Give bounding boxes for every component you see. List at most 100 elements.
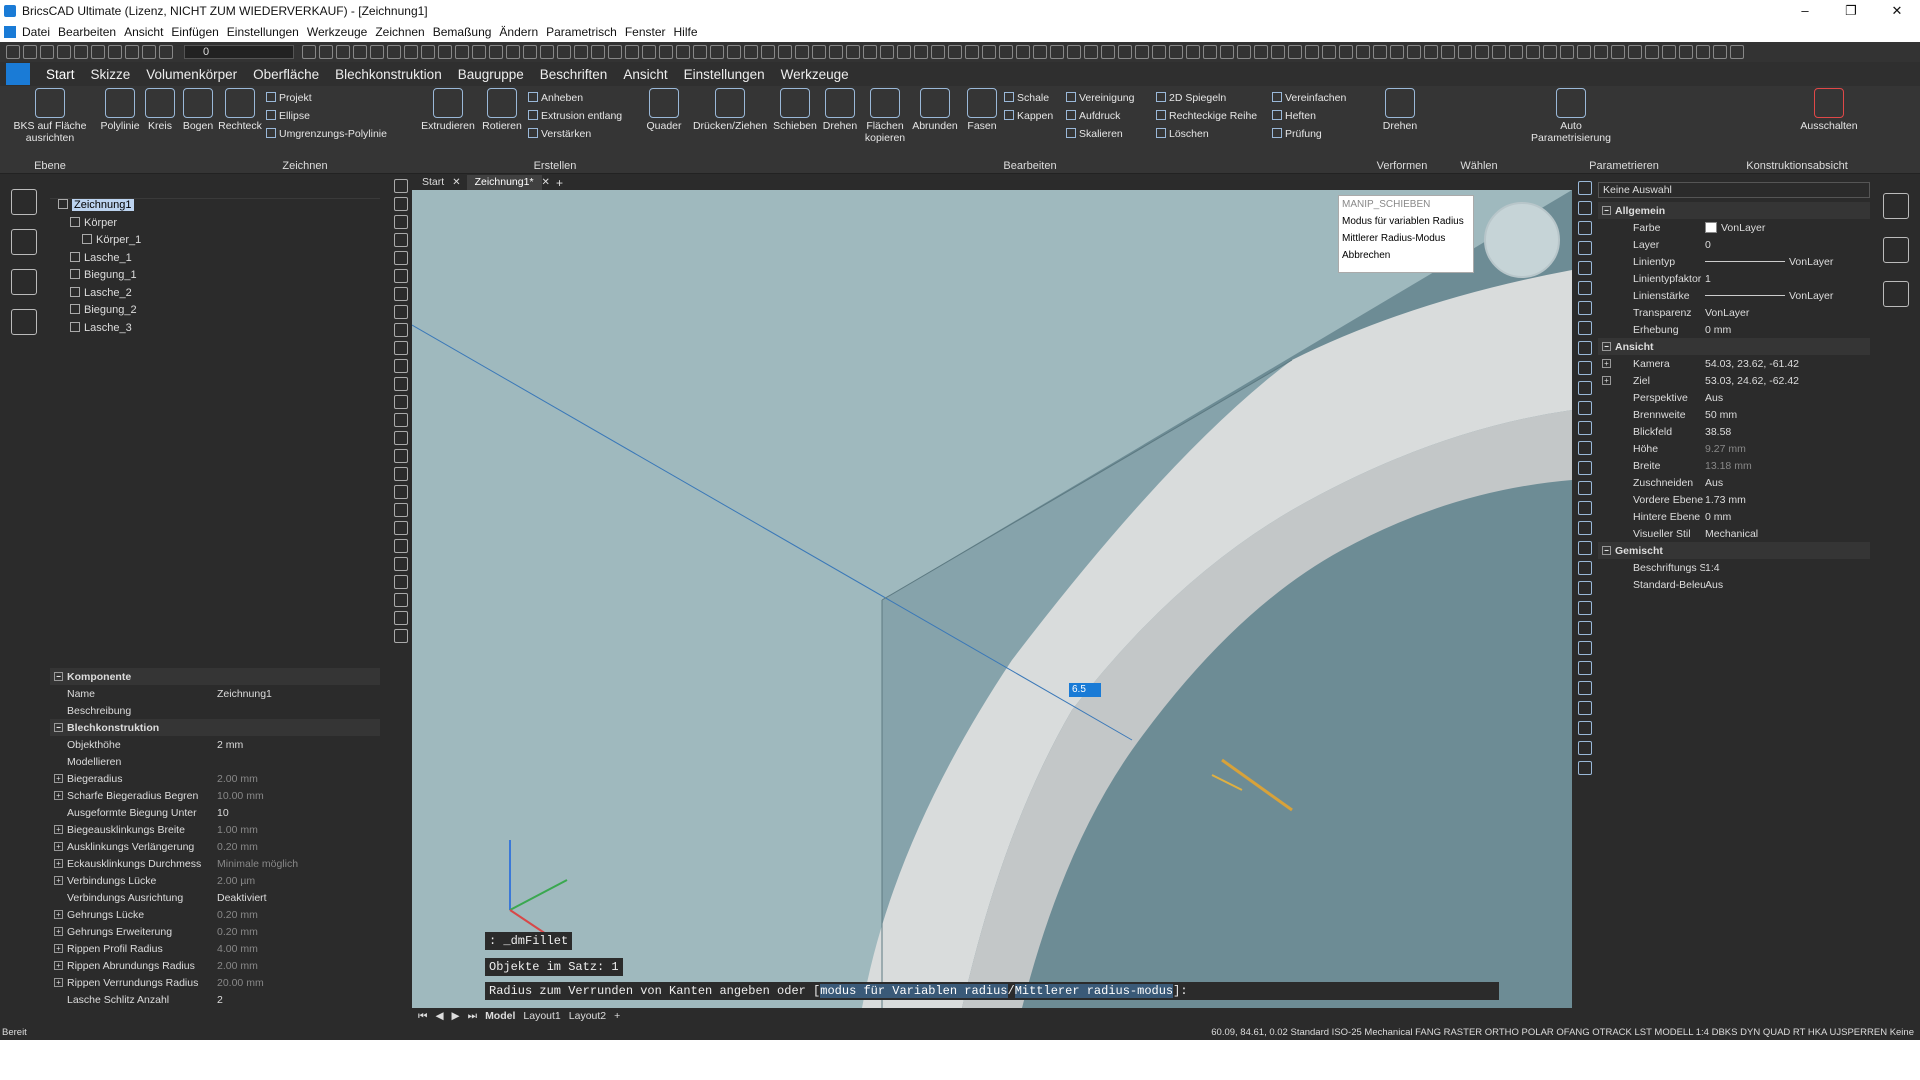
tool-icon[interactable] [897,45,911,59]
tool-icon[interactable] [727,45,741,59]
modify-tool-icon[interactable] [1578,641,1592,655]
property-value[interactable]: Deaktiviert [217,892,267,904]
drehen-verformen-button[interactable]: Drehen [1376,88,1424,132]
tool-icon[interactable] [319,45,333,59]
property-row[interactable]: + Verbindungs Lücke 2.00 µm [50,872,380,889]
modify-tool-icon[interactable] [1578,621,1592,635]
expand-icon[interactable]: + [54,774,63,783]
quader-button[interactable]: Quader [642,88,686,132]
draw-tool-icon[interactable] [394,629,408,643]
property-value[interactable]: 10 [217,807,229,819]
tool-icon[interactable] [948,45,962,59]
modify-tool-icon[interactable] [1578,741,1592,755]
draw-tool-icon[interactable] [394,287,408,301]
tab-model[interactable]: Model [485,1010,515,1022]
kappen-button[interactable]: Kappen [1004,110,1053,122]
expand-icon[interactable]: + [54,978,63,987]
tool-icon[interactable] [659,45,673,59]
modify-tool-icon[interactable] [1578,321,1592,335]
property-value[interactable]: 2.00 mm [217,960,258,972]
property-value[interactable]: 1.73 mm [1705,494,1746,506]
rotieren-button[interactable]: Rotieren [480,88,524,132]
tool-icon[interactable] [404,45,418,59]
draw-tool-icon[interactable] [394,269,408,283]
tool-icon[interactable] [812,45,826,59]
tab-doc-start[interactable]: Start [414,175,452,190]
property-value[interactable]: Aus [1705,477,1723,489]
expand-icon[interactable]: − [54,672,63,681]
tool-icon[interactable] [1101,45,1115,59]
expand-icon[interactable]: + [54,859,63,868]
tool-icon[interactable] [1594,45,1608,59]
property-value[interactable]: 54.03, 23.62, -61.42 [1705,358,1799,370]
tool-icon[interactable] [710,45,724,59]
schale-button[interactable]: Schale [1004,92,1049,104]
property-row[interactable]: + Gehrungs Lücke 0.20 mm [50,906,380,923]
menu-logo-icon[interactable] [4,26,16,38]
expand-icon[interactable]: + [54,842,63,851]
bogen-button[interactable]: Bogen [180,88,216,132]
menu-parametrisch[interactable]: Parametrisch [546,25,617,39]
property-row[interactable]: Linienstärke VonLayer [1598,287,1870,304]
menu-aendern[interactable]: Ändern [499,25,538,39]
draw-tool-icon[interactable] [394,323,408,337]
property-value[interactable]: 0 mm [1705,511,1731,523]
property-row[interactable]: + Biegeradius 2.00 mm [50,770,380,787]
nav-next-icon[interactable]: ▶ [452,1010,460,1022]
fasen-button[interactable]: Fasen [962,88,1002,132]
property-row[interactable]: + Scharfe Biegeradius Begren 10.00 mm [50,787,380,804]
draw-tool-icon[interactable] [394,377,408,391]
app-menu-logo-icon[interactable] [6,63,30,85]
nav-first-icon[interactable]: ⏮ [418,1010,427,1023]
tree-node[interactable]: Biegung_1 [50,269,380,287]
tool-icon[interactable] [1424,45,1438,59]
property-value[interactable]: 38.58 [1705,426,1731,438]
tool-icon[interactable] [1339,45,1353,59]
tool-icon[interactable] [1458,45,1472,59]
tool-icon[interactable] [1679,45,1693,59]
tab-layout1[interactable]: Layout1 [523,1010,560,1022]
anheben-button[interactable]: Anheben [528,92,583,104]
draw-tool-icon[interactable] [394,521,408,535]
new-tab-icon[interactable]: + [556,176,563,190]
tool-icon[interactable] [523,45,537,59]
property-value[interactable]: Aus [1705,579,1723,591]
dimension-input-field[interactable]: 6.5 [1069,683,1101,697]
undo-icon[interactable] [91,45,105,59]
menu-einstellungen[interactable]: Einstellungen [227,25,299,39]
property-row[interactable]: Linientypfaktor 1 [1598,270,1870,287]
tab-beschriften[interactable]: Beschriften [540,67,608,82]
tool-icon[interactable] [1237,45,1251,59]
draw-tool-icon[interactable] [394,449,408,463]
open-icon[interactable] [23,45,37,59]
tool-icon[interactable] [1203,45,1217,59]
extrudieren-button[interactable]: Extrudieren [420,88,476,132]
tool-icon[interactable] [1441,45,1455,59]
property-row[interactable]: + Gehrungs Erweiterung 0.20 mm [50,923,380,940]
property-value[interactable]: VonLayer [1789,290,1833,302]
tool-icon[interactable] [1067,45,1081,59]
option-mittlerer-radius[interactable]: Mittlerer radius-modus [1014,984,1174,998]
modify-tool-icon[interactable] [1578,241,1592,255]
draw-tool-icon[interactable] [394,485,408,499]
tool-icon[interactable] [1135,45,1149,59]
property-value[interactable]: 13.18 mm [1705,460,1752,472]
option-variable-radius[interactable]: modus für Variablen radius [820,984,1008,998]
modify-tool-icon[interactable] [1578,481,1592,495]
print-icon[interactable] [74,45,88,59]
tab-blechkonstruktion[interactable]: Blechkonstruktion [335,67,442,82]
tool-icon[interactable] [693,45,707,59]
property-row[interactable]: Verbindungs Ausrichtung Deaktiviert [50,889,380,906]
tool-icon[interactable] [1220,45,1234,59]
sun-icon[interactable] [142,45,156,59]
draw-tool-icon[interactable] [394,359,408,373]
property-row[interactable]: + Kamera 54.03, 23.62, -61.42 [1598,355,1870,372]
property-row[interactable]: Beschriftungs Skali1:4 [1598,559,1870,576]
viewcube-ring[interactable] [1484,202,1560,278]
property-section[interactable]: − Gemischt [1598,542,1870,559]
property-row[interactable]: Lasche Schlitz Anzahl 2 [50,991,380,1008]
property-value[interactable]: 0 mm [1705,324,1731,336]
druecken-ziehen-button[interactable]: Drücken/Ziehen [690,88,770,132]
expand-icon[interactable]: + [54,825,63,834]
property-value[interactable]: 2.00 µm [217,875,255,887]
